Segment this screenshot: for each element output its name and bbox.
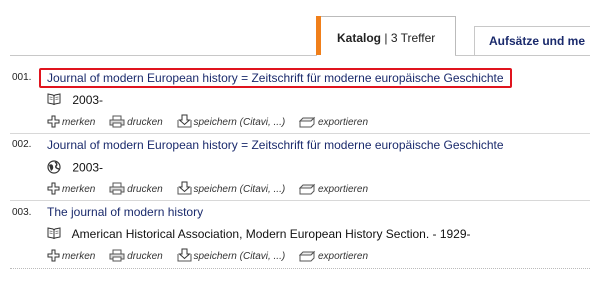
result-actions: merken drucken speichern (Citavi, ...) e… — [47, 181, 379, 195]
tab-katalog-label: Katalog | 3 Treffer — [337, 31, 435, 45]
merken-label: merken — [62, 117, 96, 128]
plus-icon — [47, 249, 60, 262]
merken-action[interactable]: merken — [47, 115, 95, 128]
result-divider — [10, 268, 590, 269]
printer-icon — [109, 182, 125, 195]
save-download-icon — [177, 181, 191, 195]
tab-katalog[interactable]: Katalog | 3 Treffer — [316, 16, 456, 56]
exportieren-label: exportieren — [317, 184, 369, 195]
result-actions: merken drucken speichern (Citavi, ...) e… — [47, 114, 379, 128]
merken-label: merken — [62, 184, 96, 195]
speichern-action[interactable]: speichern (Citavi, ...) — [177, 114, 286, 128]
drucken-action[interactable]: drucken — [109, 182, 163, 195]
speichern-action[interactable]: speichern (Citavi, ...) — [177, 248, 286, 262]
drucken-action[interactable]: drucken — [109, 249, 163, 262]
result-number: 001. — [12, 72, 32, 83]
drucken-action[interactable]: drucken — [109, 115, 163, 128]
journal-icon — [47, 93, 61, 108]
result-tabs: Katalog | 3 Treffer Aufsätze und me — [0, 0, 590, 56]
tab-hit-count: 3 Treffer — [390, 31, 436, 45]
plus-icon — [47, 182, 60, 195]
result-detail-text: 2003- — [72, 93, 104, 107]
result-number: 003. — [12, 207, 32, 218]
online-resource-icon — [47, 160, 61, 177]
result-detail-text: American Historical Association, Modern … — [71, 227, 471, 241]
result-detail: 2003- — [47, 93, 103, 108]
drucken-label: drucken — [127, 117, 163, 128]
drucken-label: drucken — [127, 184, 163, 195]
tab-katalog-title: Katalog — [337, 31, 382, 45]
result-divider — [10, 133, 590, 134]
save-download-icon — [177, 114, 191, 128]
result-title-link[interactable]: Journal of modern European history = Zei… — [47, 138, 504, 152]
result-number: 002. — [12, 139, 32, 150]
merken-action[interactable]: merken — [47, 249, 95, 262]
printer-icon — [109, 115, 125, 128]
plus-icon — [47, 115, 60, 128]
result-detail: 2003- — [47, 160, 103, 177]
result-divider — [10, 200, 590, 201]
tab-active-accent — [316, 16, 321, 56]
speichern-label: speichern (Citavi, ...) — [193, 251, 286, 262]
export-icon — [298, 183, 316, 195]
exportieren-action[interactable]: exportieren — [298, 183, 369, 195]
export-icon — [298, 250, 316, 262]
result-title-link[interactable]: Journal of modern European history = Zei… — [39, 68, 512, 88]
exportieren-action[interactable]: exportieren — [298, 250, 369, 262]
printer-icon — [109, 249, 125, 262]
result-actions: merken drucken speichern (Citavi, ...) e… — [47, 248, 379, 262]
merken-action[interactable]: merken — [47, 182, 95, 195]
result-title-link[interactable]: The journal of modern history — [47, 205, 203, 219]
tab-separator: | — [384, 31, 388, 45]
save-download-icon — [177, 248, 191, 262]
speichern-action[interactable]: speichern (Citavi, ...) — [177, 181, 286, 195]
result-detail: American Historical Association, Modern … — [47, 227, 471, 242]
result-detail-text: 2003- — [72, 160, 104, 175]
speichern-label: speichern (Citavi, ...) — [193, 117, 286, 128]
export-icon — [298, 116, 316, 128]
tab-aufsaetze[interactable]: Aufsätze und me — [474, 26, 590, 56]
merken-label: merken — [62, 251, 96, 262]
exportieren-label: exportieren — [317, 251, 369, 262]
drucken-label: drucken — [127, 251, 163, 262]
exportieren-label: exportieren — [317, 117, 369, 128]
exportieren-action[interactable]: exportieren — [298, 116, 369, 128]
speichern-label: speichern (Citavi, ...) — [193, 184, 286, 195]
tab-baseline — [10, 55, 590, 56]
tab-aufsaetze-label: Aufsätze und me — [489, 34, 586, 48]
journal-icon — [47, 227, 61, 242]
